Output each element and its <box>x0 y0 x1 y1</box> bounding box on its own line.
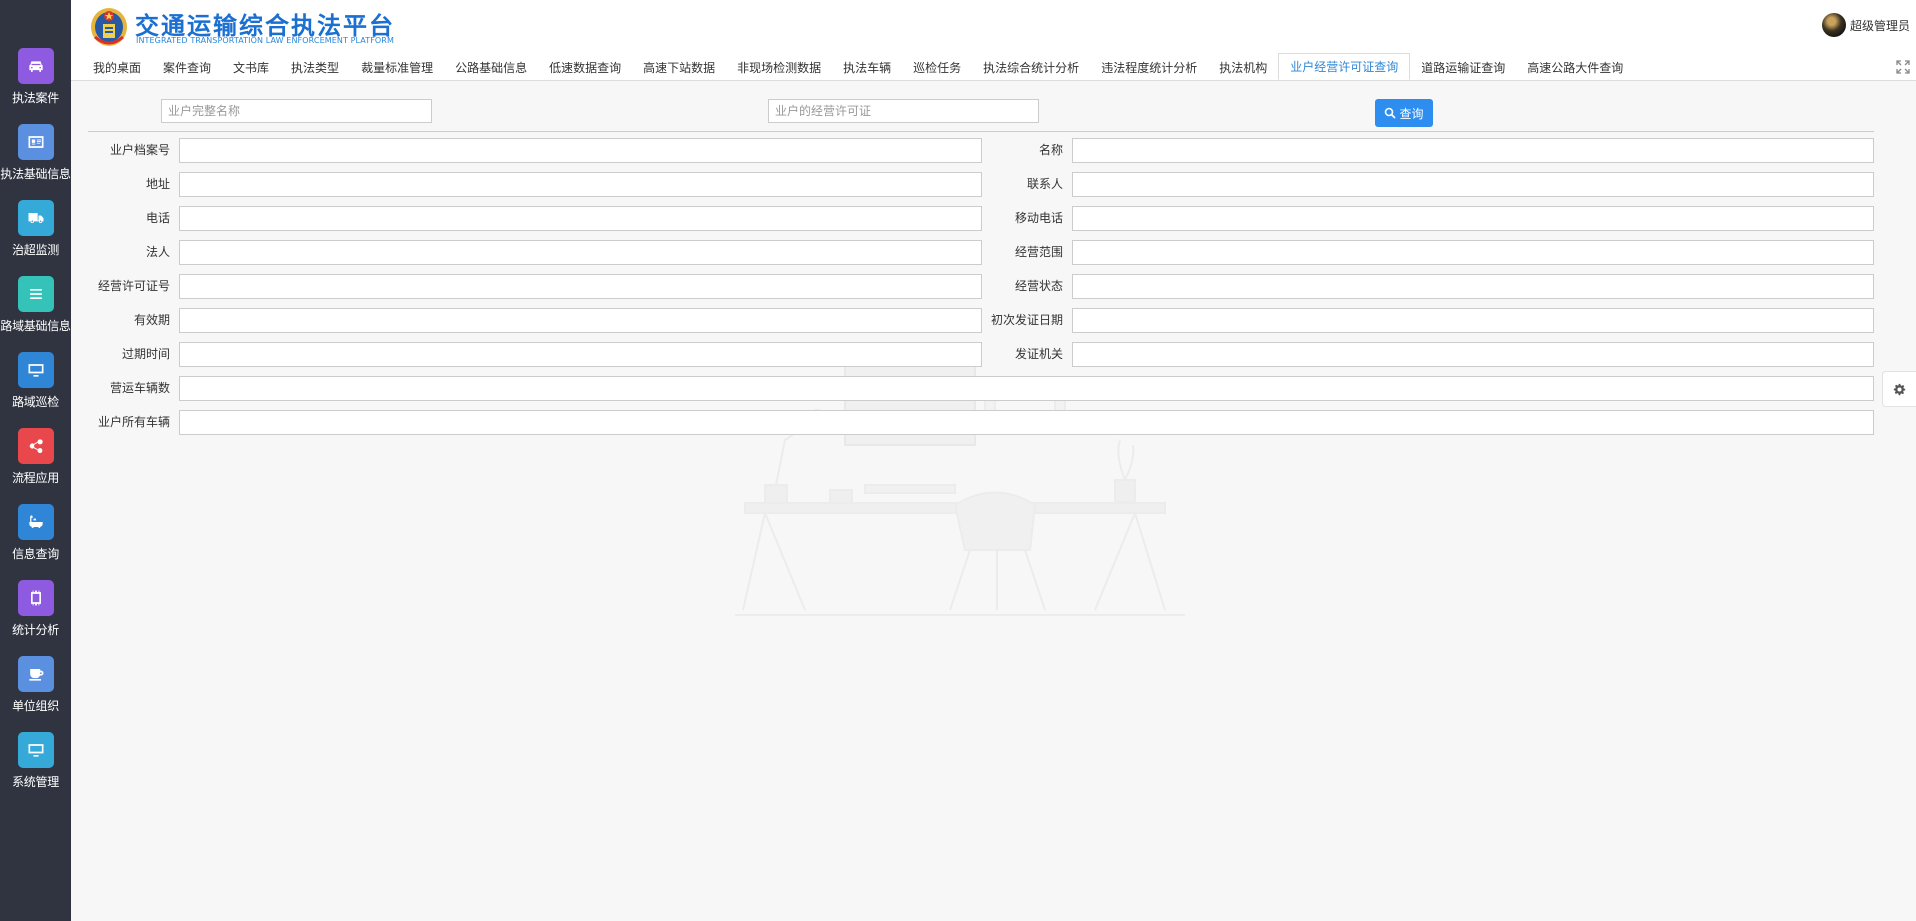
tab-14[interactable]: 业户经营许可证查询 <box>1278 53 1411 80</box>
business-status-field[interactable] <box>1072 274 1874 299</box>
app-subtitle: INTEGRATED TRANSPORTATION LAW ENFORCEMEN… <box>136 36 394 45</box>
issuing-authority-field[interactable] <box>1072 342 1874 367</box>
label-address: 地址 <box>145 177 170 191</box>
sidebar: 执法案件 执法基础信息 治超监测 路域基础信息 路域巡检 流程应用 信息查询 统… <box>0 0 71 921</box>
tab-12[interactable]: 违法程度统计分析 <box>1090 54 1208 80</box>
fullscreen-icon[interactable] <box>1896 60 1910 74</box>
label-name: 名称 <box>1038 143 1063 157</box>
tab-15[interactable]: 道路运输证查询 <box>1410 54 1516 80</box>
police-emblem-icon <box>91 8 127 46</box>
name-field[interactable] <box>1072 138 1874 163</box>
archive-no-field[interactable] <box>179 138 982 163</box>
license-no-field[interactable] <box>179 274 982 299</box>
address-field[interactable] <box>179 172 982 197</box>
car-icon <box>17 48 54 84</box>
sidebar-item-label: 系统管理 <box>12 775 59 789</box>
label-vehicle-count: 营运车辆数 <box>109 381 170 395</box>
vehicle-count-field[interactable] <box>179 376 1874 401</box>
sidebar-item-system[interactable]: 系统管理 <box>0 732 71 804</box>
sidebar-item-label: 流程应用 <box>12 471 59 485</box>
sidebar-item-label: 路域基础信息 <box>0 319 71 333</box>
tab-0[interactable]: 我的桌面 <box>82 54 152 80</box>
tab-2[interactable]: 文书库 <box>222 54 280 80</box>
monitor-icon <box>17 352 54 388</box>
sidebar-item-statistics[interactable]: 统计分析 <box>0 580 71 652</box>
label-valid-period: 有效期 <box>133 313 170 327</box>
header: 交通运输综合执法平台 INTEGRATED TRANSPORTATION LAW… <box>71 0 1916 81</box>
label-business-scope: 经营范围 <box>1014 245 1063 259</box>
sidebar-item-label: 治超监测 <box>12 243 59 257</box>
label-legal-person: 法人 <box>145 245 170 259</box>
tab-13[interactable]: 执法机构 <box>1208 54 1278 80</box>
license-search-input[interactable] <box>768 99 1039 123</box>
label-first-issue-date: 初次发证日期 <box>990 313 1063 327</box>
expire-time-field[interactable] <box>179 342 982 367</box>
label-contact: 联系人 <box>1026 177 1063 191</box>
tab-16[interactable]: 高速公路大件查询 <box>1516 54 1634 80</box>
label-mobile: 移动电话 <box>1014 211 1063 225</box>
owned-vehicles-field[interactable] <box>179 410 1874 435</box>
sidebar-item-cases[interactable]: 执法案件 <box>0 48 71 120</box>
sidebar-item-overload[interactable]: 治超监测 <box>0 200 71 272</box>
user-menu[interactable]: 超级管理员 <box>1821 13 1910 37</box>
business-scope-field[interactable] <box>1072 240 1874 265</box>
sidebar-item-workflow[interactable]: 流程应用 <box>0 428 71 500</box>
tab-11[interactable]: 执法综合统计分析 <box>972 54 1090 80</box>
id-card-icon <box>17 124 54 160</box>
legal-person-field[interactable] <box>179 240 982 265</box>
tab-7[interactable]: 高速下站数据 <box>632 54 726 80</box>
sidebar-item-basic-info[interactable]: 执法基础信息 <box>0 124 71 196</box>
valid-period-field[interactable] <box>179 308 982 333</box>
tab-divider <box>71 80 1916 81</box>
label-issuing-authority: 发证机关 <box>1014 347 1063 361</box>
sidebar-item-label: 路域巡检 <box>12 395 59 409</box>
tab-1[interactable]: 案件查询 <box>152 54 222 80</box>
gear-icon <box>1893 383 1906 395</box>
sidebar-item-label: 执法案件 <box>12 91 59 105</box>
sidebar-item-label: 执法基础信息 <box>0 167 71 181</box>
share-icon <box>17 428 54 464</box>
first-issue-date-field[interactable] <box>1072 308 1874 333</box>
tab-10[interactable]: 巡检任务 <box>902 54 972 80</box>
phone-field[interactable] <box>179 206 982 231</box>
query-button[interactable]: 查询 <box>1375 99 1433 127</box>
list-icon <box>17 276 54 312</box>
query-button-label: 查询 <box>1399 106 1424 121</box>
truck-icon <box>17 200 54 236</box>
desktop-icon <box>17 732 54 768</box>
tab-6[interactable]: 低速数据查询 <box>538 54 632 80</box>
tab-bar: 我的桌面 案件查询 文书库 执法类型 裁量标准管理 公路基础信息 低速数据查询 高速下站数据非… <box>82 53 1634 80</box>
tab-8[interactable]: 非现场检测数据 <box>726 54 832 80</box>
label-license-no: 经营许可证号 <box>97 279 170 293</box>
label-owned-vehicles: 业户所有车辆 <box>97 415 170 429</box>
search-icon <box>1385 107 1397 119</box>
user-name[interactable]: 超级管理员 <box>1850 17 1910 34</box>
mobile-field[interactable] <box>1072 206 1874 231</box>
settings-button[interactable] <box>1882 371 1916 407</box>
sidebar-item-label: 统计分析 <box>12 623 59 637</box>
label-business-status: 经营状态 <box>1014 279 1063 293</box>
tab-9[interactable]: 执法车辆 <box>832 54 902 80</box>
avatar[interactable] <box>1821 13 1846 37</box>
company-name-search-input[interactable] <box>161 99 432 123</box>
tab-3[interactable]: 执法类型 <box>280 54 350 80</box>
bath-icon <box>17 504 54 540</box>
label-archive-no: 业户档案号 <box>109 143 170 157</box>
coffee-icon <box>17 656 54 692</box>
sidebar-item-organization[interactable]: 单位组织 <box>0 656 71 728</box>
tab-4[interactable]: 裁量标准管理 <box>350 54 444 80</box>
search-divider <box>88 131 1874 132</box>
label-expire-time: 过期时间 <box>121 347 170 361</box>
sidebar-item-road-info[interactable]: 路域基础信息 <box>0 276 71 348</box>
sidebar-item-label: 单位组织 <box>12 699 59 713</box>
contact-field[interactable] <box>1072 172 1874 197</box>
chip-icon <box>17 580 54 616</box>
sidebar-item-info-query[interactable]: 信息查询 <box>0 504 71 576</box>
label-phone: 电话 <box>145 211 170 225</box>
sidebar-item-label: 信息查询 <box>12 547 59 561</box>
sidebar-item-road-patrol[interactable]: 路域巡检 <box>0 352 71 424</box>
tab-5[interactable]: 公路基础信息 <box>444 54 538 80</box>
